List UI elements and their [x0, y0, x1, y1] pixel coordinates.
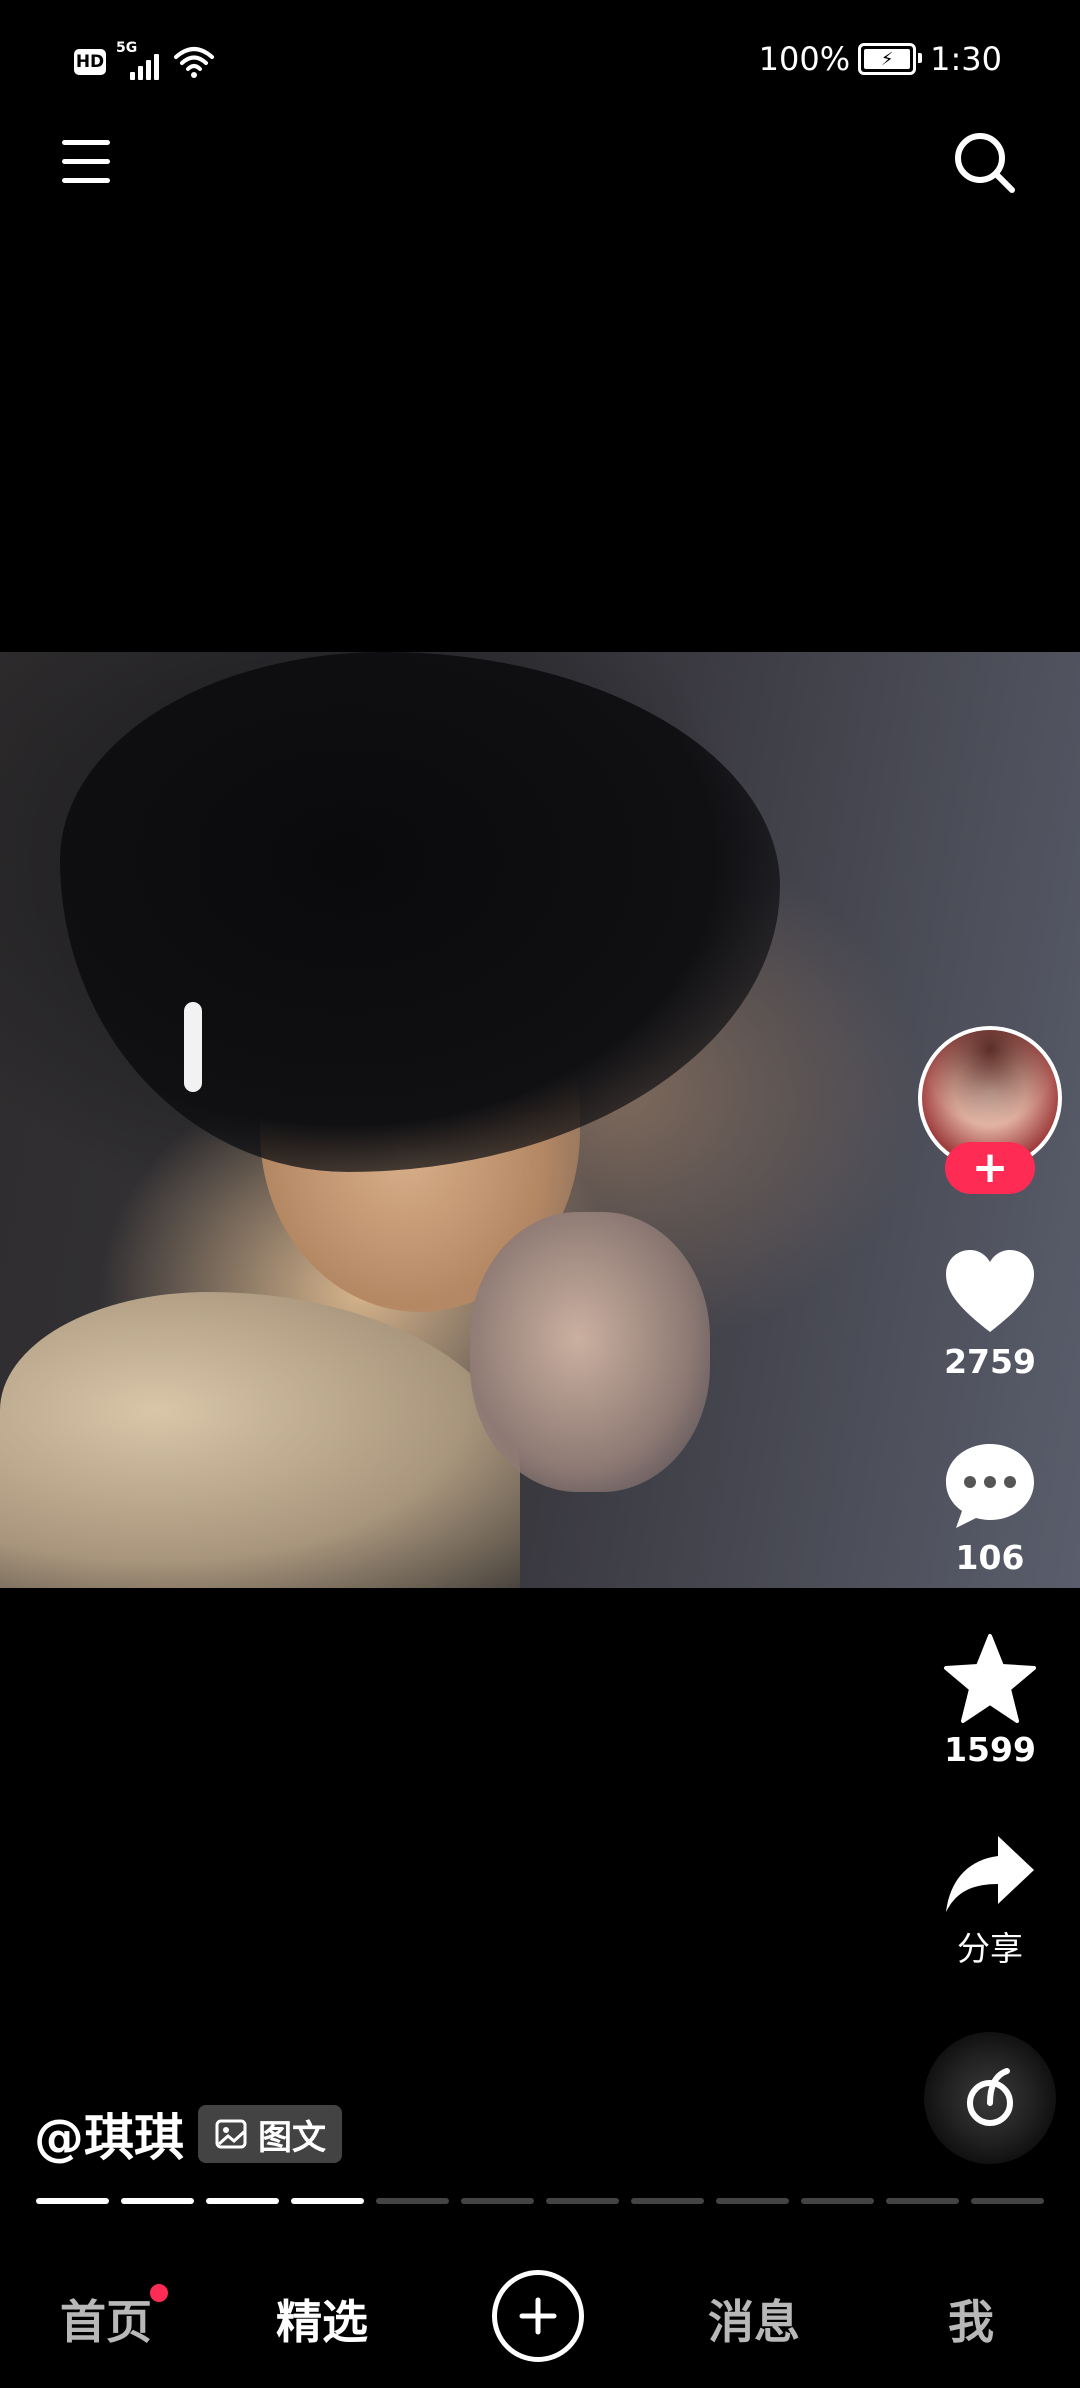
nav-featured[interactable]: 精选 [276, 2286, 368, 2352]
progress-segment [801, 2198, 874, 2204]
status-right: 100% ⚡ 1:30 [759, 40, 1002, 78]
progress-segment [461, 2198, 534, 2204]
music-disc[interactable] [924, 2032, 1056, 2164]
share-label: 分享 [957, 1929, 1023, 1968]
progress-segment [631, 2198, 704, 2204]
progress-segment [546, 2198, 619, 2204]
create-button[interactable] [492, 2270, 584, 2362]
like-button[interactable]: 2759 [930, 1248, 1050, 1381]
photo-hand [470, 1212, 710, 1492]
menu-icon[interactable] [58, 134, 114, 190]
status-bar: HD 5G 100% ⚡ 1:30 [0, 0, 1080, 120]
progress-segment [291, 2198, 364, 2204]
photo-hair [60, 652, 780, 1172]
clock: 1:30 [930, 40, 1002, 78]
progress-segment [121, 2198, 194, 2204]
comment-count: 106 [955, 1538, 1025, 1577]
progress-segment [716, 2198, 789, 2204]
search-icon[interactable] [952, 130, 1018, 196]
progress-segment [206, 2198, 279, 2204]
post-photo[interactable] [0, 652, 1080, 1588]
follow-button[interactable]: + [945, 1142, 1035, 1194]
home-notification-dot [150, 2284, 168, 2302]
image-icon [215, 2119, 247, 2149]
wifi-icon [174, 47, 214, 78]
signal-icon: 5G [116, 40, 164, 80]
favorite-count: 1599 [944, 1730, 1036, 1769]
like-count: 2759 [944, 1342, 1036, 1381]
battery-percent: 100% [758, 40, 851, 78]
image-progress [36, 2198, 1044, 2204]
star-icon [944, 1634, 1036, 1723]
tag-label: 图文 [258, 2117, 326, 2158]
battery-icon: ⚡ [858, 43, 923, 75]
share-button[interactable]: 分享 [930, 1832, 1050, 1970]
author-name[interactable]: @琪琪 [34, 2098, 184, 2170]
nav-messages[interactable]: 消息 [708, 2286, 800, 2352]
heart-icon [946, 1250, 1034, 1332]
photo-shirt [0, 1292, 520, 1588]
author-row: @琪琪 图文 [34, 2098, 342, 2170]
progress-segment [36, 2198, 109, 2204]
photo-earbud [184, 1002, 202, 1092]
hd-badge: HD [74, 49, 106, 75]
music-note-icon [967, 2068, 1013, 2126]
bottom-nav: 首页 精选 消息 我 [0, 2256, 1080, 2388]
avatar-hair [922, 1030, 1058, 1126]
nav-home[interactable]: 首页 [60, 2286, 152, 2352]
image-text-tag: 图文 [198, 2105, 342, 2163]
nav-me[interactable]: 我 [948, 2286, 994, 2352]
favorite-button[interactable]: 1599 [930, 1632, 1050, 1769]
comment-icon [946, 1444, 1034, 1528]
share-arrow-icon [946, 1836, 1034, 1912]
status-left: HD 5G [74, 40, 214, 80]
progress-segment [376, 2198, 449, 2204]
progress-segment [971, 2198, 1044, 2204]
comment-button[interactable]: 106 [930, 1440, 1050, 1577]
progress-segment [886, 2198, 959, 2204]
plus-icon [519, 2297, 557, 2335]
